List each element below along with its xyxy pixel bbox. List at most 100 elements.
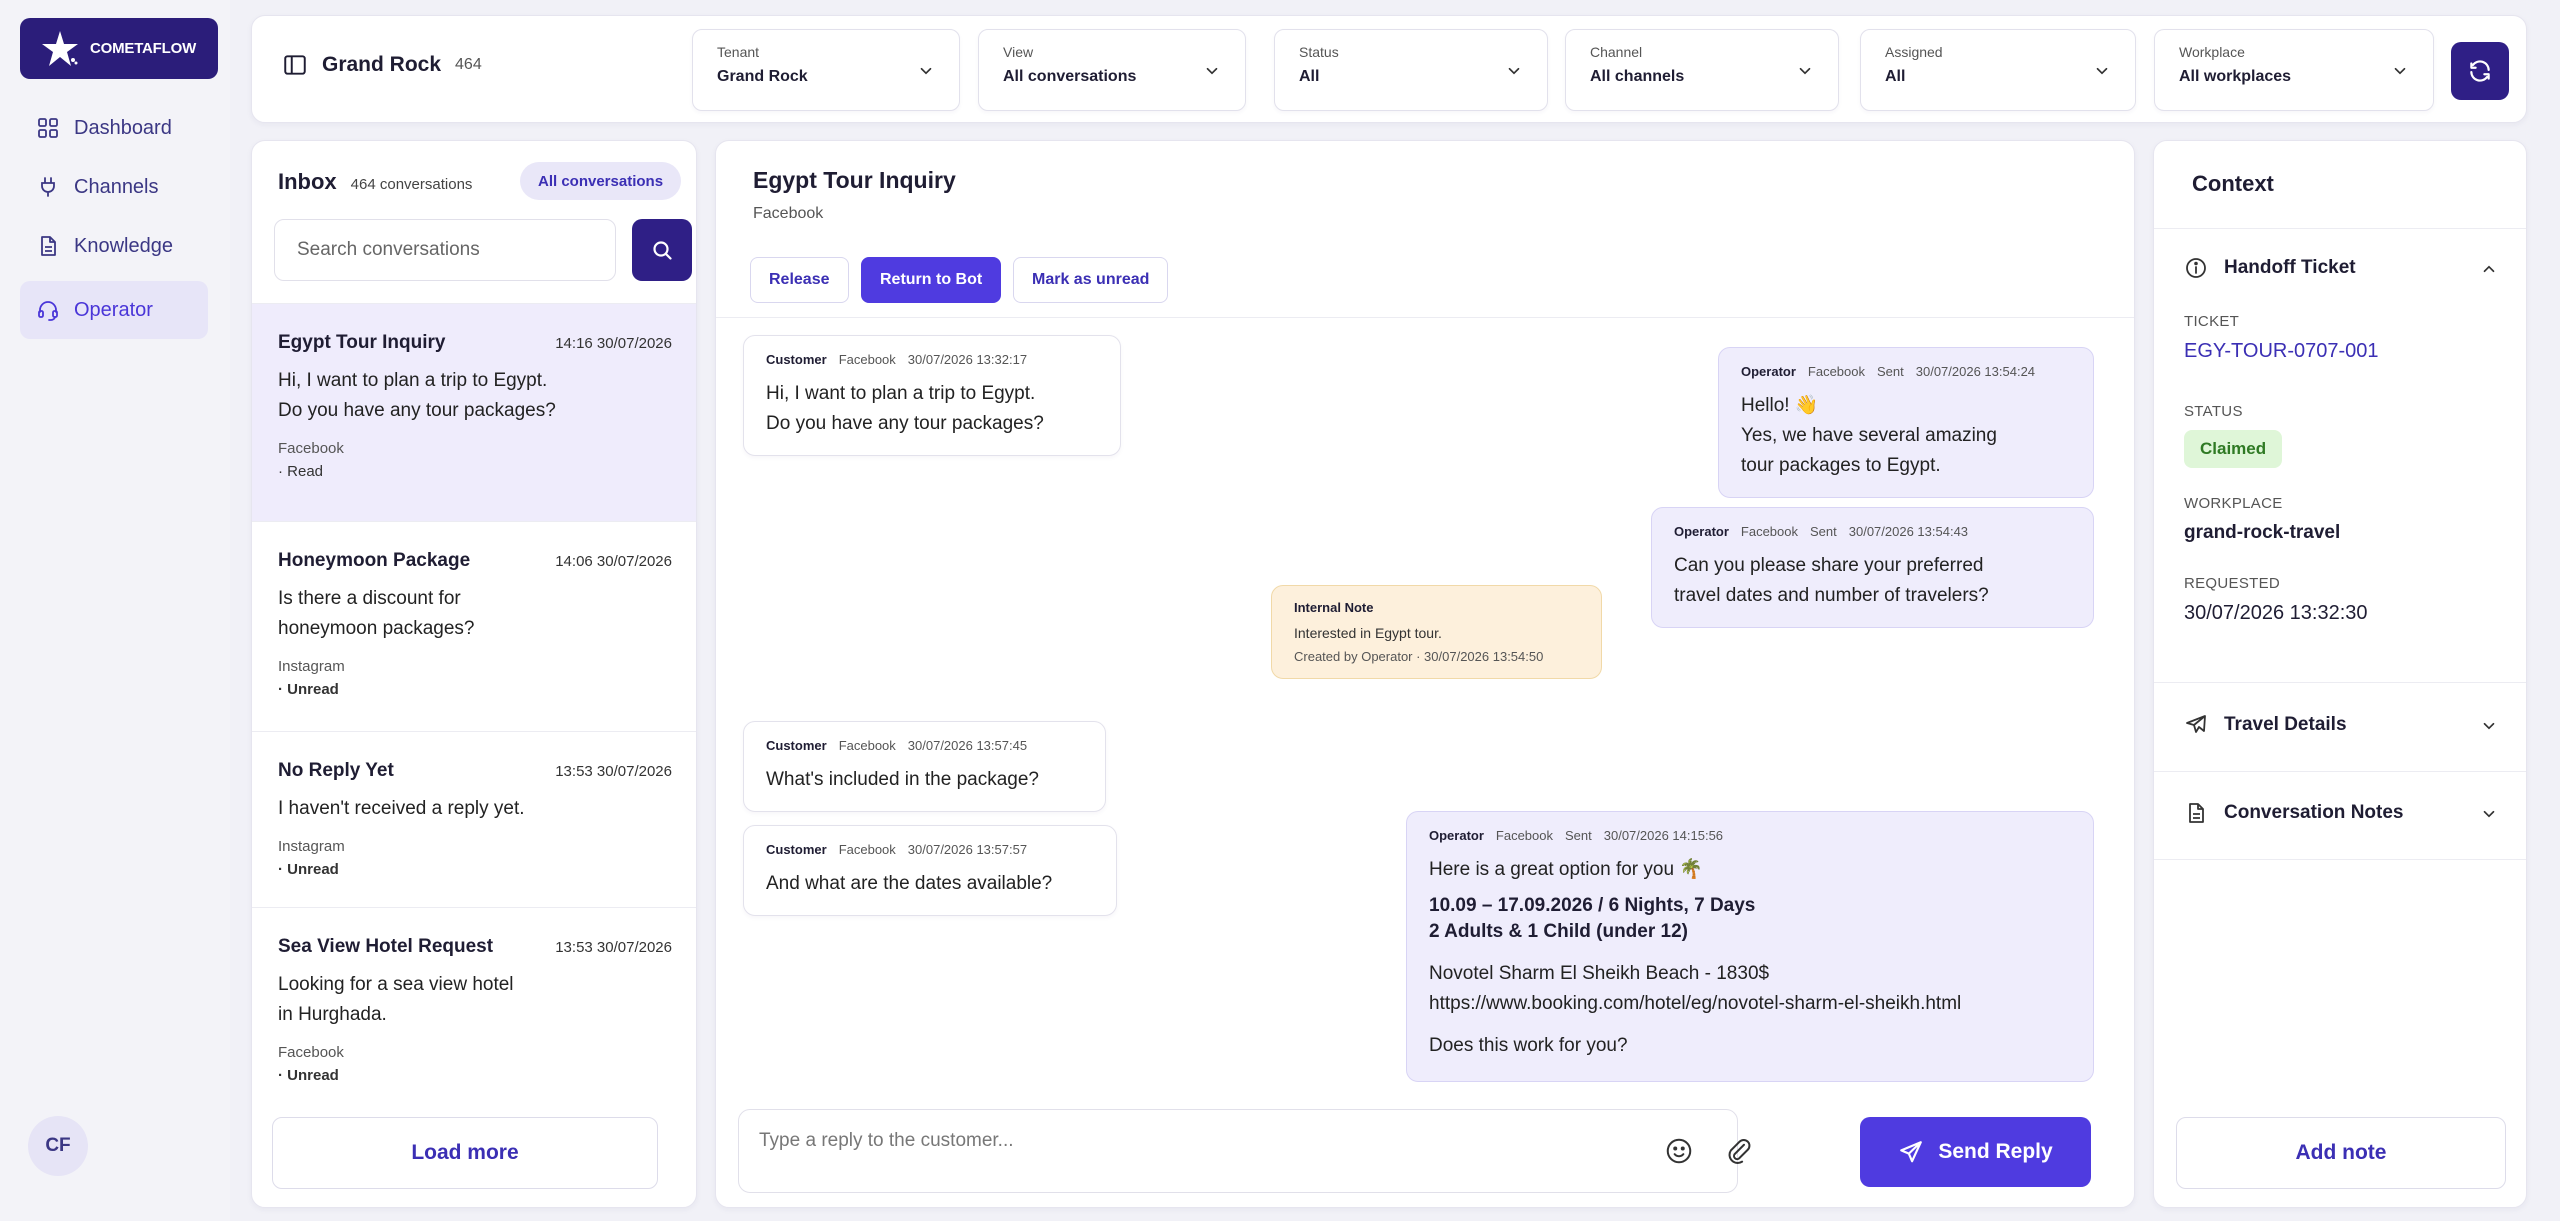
message-sent: Sent (1565, 828, 1592, 843)
divider (2154, 682, 2526, 683)
reply-input[interactable] (759, 1126, 1639, 1156)
release-button[interactable]: Release (750, 257, 849, 303)
tenant-count: 464 (455, 56, 482, 73)
user-avatar[interactable]: CF (28, 1116, 88, 1176)
send-reply-label: Send Reply (1938, 1140, 2053, 1163)
message-text: And what are the dates available? (766, 873, 1053, 894)
chevron-down-icon (1799, 67, 1811, 75)
offer-link[interactable]: https://www.booking.com/hotel/eg/novotel… (1429, 989, 2071, 1019)
section-title: Travel Details (2224, 714, 2347, 735)
refresh-icon (2470, 60, 2490, 82)
grid-icon (38, 118, 58, 138)
section-handoff-ticket[interactable]: Handoff Ticket (2184, 248, 2498, 288)
workplace-field: WORKPLACE grand-rock-travel (2184, 495, 2340, 544)
message-text: What's included in the package? (766, 769, 1039, 790)
conversation-status: · Unread (278, 681, 339, 698)
conversation-channel: Instagram (278, 838, 345, 855)
message-channel: Facebook (1740, 524, 1798, 539)
section-title: Conversation Notes (2224, 802, 2404, 823)
filter-tenant[interactable]: Tenant Grand Rock (692, 29, 960, 111)
chevron-down-icon (1206, 67, 1218, 75)
section-travel-details[interactable]: Travel Details (2184, 705, 2498, 745)
filter-status[interactable]: Status All (1274, 29, 1548, 111)
filter-channel[interactable]: Channel All channels (1565, 29, 1839, 111)
message-sent: Sent (1877, 364, 1904, 379)
section-conversation-notes[interactable]: Conversation Notes (2184, 793, 2498, 833)
context-title: Context (2192, 171, 2274, 196)
conversation-channel: Facebook (278, 440, 344, 457)
conversation-preview: Looking for a sea view hotel in Hurghada… (278, 974, 514, 1025)
refresh-button[interactable] (2451, 42, 2509, 100)
add-note-button[interactable]: Add note (2176, 1117, 2506, 1189)
conversation-item[interactable]: Egypt Tour Inquiry 14:16 30/07/2026 Hi, I… (252, 303, 696, 521)
filter-view[interactable]: View All conversations (978, 29, 1246, 111)
conversation-title: Egypt Tour Inquiry (278, 332, 446, 353)
chat-title: Egypt Tour Inquiry (753, 167, 956, 193)
filter-label: Workplace (2179, 44, 2245, 60)
reply-composer (738, 1109, 1751, 1193)
filter-value: All conversations (1003, 68, 1137, 85)
inbox-title: Inbox (278, 169, 337, 194)
divider (2154, 859, 2526, 860)
plug-icon (41, 177, 55, 197)
return-to-bot-button[interactable]: Return to Bot (861, 257, 1002, 303)
tenant-title: Grand Rock 464 (282, 52, 482, 78)
sidebar-toggle-icon[interactable] (282, 52, 308, 78)
message-channel: Facebook (1807, 364, 1865, 379)
conversation-preview: Is there a discount for honeymoon packag… (278, 588, 475, 639)
ticket-field: TICKET EGY-TOUR-0707-001 (2184, 313, 2379, 363)
send-reply-button[interactable]: Send Reply (1860, 1117, 2091, 1187)
conversation-item[interactable]: No Reply Yet 13:53 30/07/2026 I haven't r… (252, 731, 696, 907)
filter-label: Assigned (1885, 44, 1943, 60)
workplace-value: grand-rock-travel (2184, 522, 2341, 543)
sidebar-item-label: Dashboard (74, 116, 172, 139)
sidebar-item-channels[interactable]: Channels (20, 158, 208, 216)
requested-value: 30/07/2026 13:32:30 (2184, 602, 2368, 624)
message-time: 30/07/2026 13:32:17 (907, 352, 1028, 367)
offer-guests: 2 Adults & 1 Child (under 12) (1429, 921, 1688, 942)
send-icon (1900, 1141, 1923, 1163)
message-role: Operator (1674, 524, 1729, 539)
sidebar-item-operator[interactable]: Operator (20, 281, 208, 339)
view-pill[interactable]: All conversations (520, 162, 682, 200)
offer-dates: 10.09 – 17.09.2026 / 6 Nights, 7 Days (1429, 895, 1756, 916)
top-filter-bar: Grand Rock 464 Tenant Grand Rock View Al… (251, 15, 2527, 123)
message-time: 30/07/2026 13:57:45 (907, 738, 1028, 753)
message-text: Hi, I want to plan a trip to Egypt. Do y… (766, 383, 1044, 434)
customer-message: Customer Facebook 30/07/2026 13:57:57 And … (743, 825, 1117, 916)
note-icon (2189, 803, 2204, 823)
filter-value: All channels (1590, 68, 1685, 85)
message-channel: Facebook (838, 352, 896, 367)
conversation-item[interactable]: Honeymoon Package 14:06 30/07/2026 Is the… (252, 521, 696, 731)
filter-assigned[interactable]: Assigned All (1860, 29, 2136, 111)
app-logo[interactable]: COMETAFLOW (20, 18, 218, 79)
status-badge: Claimed (2184, 430, 2283, 468)
info-icon (2186, 258, 2206, 278)
message-role: Operator (1741, 364, 1796, 379)
filter-label: Status (1299, 44, 1339, 60)
sidebar-item-label: Channels (74, 175, 159, 198)
conversation-item[interactable]: Sea View Hotel Request 13:53 30/07/2026 L… (252, 907, 696, 1107)
sidebar-item-dashboard[interactable]: Dashboard (20, 99, 208, 157)
tenant-name: Grand Rock (322, 53, 442, 76)
mark-unread-button[interactable]: Mark as unread (1013, 257, 1169, 303)
message-role: Operator (1429, 828, 1484, 843)
section-title: Handoff Ticket (2224, 257, 2356, 278)
ticket-id[interactable]: EGY-TOUR-0707-001 (2184, 340, 2379, 363)
load-more-button[interactable]: Load more (272, 1117, 658, 1189)
conversation-preview: I haven't received a reply yet. (278, 798, 525, 819)
chevron-down-icon (2483, 810, 2495, 818)
paperclip-icon[interactable] (1724, 1136, 1754, 1166)
note-created: Created by Operator · 30/07/2026 13:54:5… (1294, 649, 1544, 664)
chevron-down-icon (1508, 67, 1520, 75)
divider (2154, 771, 2526, 772)
search-button[interactable] (632, 219, 692, 281)
sidebar-item-knowledge[interactable]: Knowledge (20, 217, 208, 275)
filter-value: All (1885, 68, 1906, 85)
message-time: 30/07/2026 13:54:24 (1915, 364, 2036, 379)
emoji-icon[interactable] (1664, 1136, 1694, 1166)
chevron-down-icon (2096, 67, 2108, 75)
message-sent: Sent (1810, 524, 1837, 539)
filter-workplace[interactable]: Workplace All workplaces (2154, 29, 2434, 111)
search-input[interactable] (274, 219, 616, 281)
